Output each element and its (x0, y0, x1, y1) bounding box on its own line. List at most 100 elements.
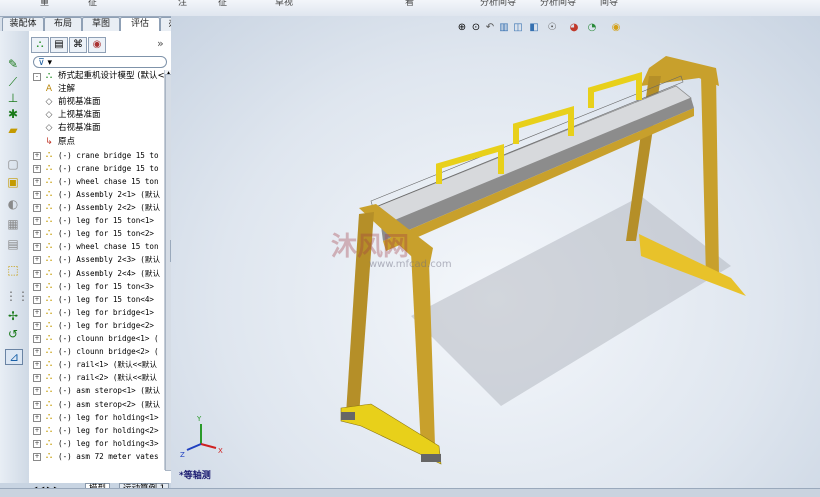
tree-item-label: (-) Assembly 2<2> (默认 (58, 203, 161, 212)
expand-icon[interactable]: + (33, 452, 41, 461)
tree-item[interactable]: + ⛬ (-) asm sterop<2> (默认 (29, 398, 164, 411)
tree-item[interactable]: + ⛬ (-) leg for 15 ton<2> (29, 227, 164, 240)
subassembly-icon: ⛬ (45, 372, 53, 383)
crane-model: Y X Z (180, 56, 746, 465)
tab-assembly[interactable]: 装配体 (2, 17, 44, 31)
tree-item[interactable]: + ⛬ (-) Assembly 2<2> (默认 (29, 201, 164, 214)
tree-item[interactable]: + ⛬ (-) Assembly 2<1> (默认 (29, 188, 164, 201)
tree-item[interactable]: + ⛬ (-) leg for bridge<1> (29, 306, 164, 319)
coordinate-icon[interactable]: ⊥ (5, 91, 21, 105)
tree-item[interactable]: + ⛬ (-) wheel chase 15 ton (29, 175, 164, 188)
expand-icon[interactable]: + (33, 439, 41, 448)
tree-item[interactable]: + ⛬ (-) rail<1> (默认<<默认 (29, 358, 164, 371)
tree-item[interactable]: + ⛬ (-) leg for holding<3> (29, 437, 164, 450)
tree-item[interactable]: + ⛬ (-) rail<2> (默认<<默认 (29, 371, 164, 384)
expand-icon[interactable]: + (33, 400, 41, 409)
tree-item[interactable]: + ⛬ (-) leg for holding<1> (29, 411, 164, 424)
expand-icon[interactable]: + (33, 348, 41, 357)
filter-dropdown-icon[interactable]: ▾ (47, 58, 52, 68)
active-tool-icon[interactable]: ⊿ (5, 349, 23, 365)
tree-item[interactable]: + ⛬ (-) Assembly 2<3> (默认 (29, 253, 164, 266)
rotate-icon[interactable]: ↺ (5, 327, 21, 341)
tree-item[interactable]: + ⛬ (-) crane bridge 15 to (29, 149, 164, 162)
toolbar-cut-label: 征 (218, 0, 228, 8)
tree-item[interactable]: ◇ 上视基准面 (29, 109, 164, 122)
tree-item[interactable]: + ⛬ (-) leg for holding<2> (29, 424, 164, 437)
subassembly-icon: ⛬ (45, 241, 53, 252)
expand-icon[interactable]: + (33, 204, 41, 212)
subassembly-icon: ⛬ (45, 280, 53, 291)
expand-icon[interactable]: + (33, 269, 41, 278)
grid-tool-icon[interactable]: ▦ (5, 217, 21, 231)
tree-item[interactable]: ↳ 原点 (29, 136, 164, 149)
tree-item[interactable]: A 注解 (29, 83, 164, 96)
tree-item[interactable]: ◇ 前视基准面 (29, 96, 164, 109)
feature-icon[interactable]: ▣ (5, 175, 21, 189)
expand-icon[interactable]: + (33, 282, 41, 291)
expand-icon[interactable]: + (33, 308, 41, 317)
box-tool-icon[interactable]: ▤ (5, 237, 21, 251)
expand-icon[interactable]: + (33, 164, 41, 173)
tree-item[interactable]: + ⛬ (-) leg for 15 ton<3> (29, 280, 164, 293)
near-wheel (421, 454, 441, 462)
tab-layout[interactable]: 布局 (44, 17, 82, 31)
watermark-text: 沐风网 (331, 232, 410, 262)
configuration-tab-icon[interactable]: ⌘ (69, 37, 87, 53)
expand-icon[interactable]: + (33, 413, 41, 422)
gray-tool-icon[interactable]: ▢ (5, 157, 21, 171)
collapse-panel-icon[interactable]: » (157, 37, 164, 50)
tree-item-label: 注解 (58, 84, 76, 95)
tree-item[interactable]: + ⛬ (-) leg for 15 ton<1> (29, 214, 164, 227)
tree-item[interactable]: + ⛬ (-) Assembly 2<4> (默认 (29, 267, 164, 280)
shape-icon[interactable]: ◐ (5, 197, 21, 211)
tree-item-label: (-) Assembly 2<3> (默认 (58, 255, 161, 265)
expand-icon[interactable]: + (33, 217, 41, 226)
expand-icon[interactable]: + (33, 361, 41, 370)
expand-icon[interactable]: + (33, 177, 41, 186)
subassembly-icon: ⛬ (45, 450, 53, 461)
point-icon[interactable]: ✱ (5, 107, 21, 121)
expand-icon[interactable]: + (33, 321, 41, 330)
collapse-icon[interactable]: - (33, 73, 41, 81)
move-component-icon[interactable]: ✢ (5, 309, 21, 323)
subassembly-icon: ⛬ (45, 437, 53, 448)
left-toolbar: ✎ ⟋ ⊥ ✱ ▰ ▢ ▣ ◐ ▦ ▤ ⬚ ⋮⋮ ✢ ↺ ⊿ (0, 31, 30, 483)
sketch-line-icon[interactable]: ✎ (5, 57, 21, 71)
tree-item[interactable]: + ⛬ (-) leg for bridge<2> (29, 319, 164, 332)
graphics-viewport[interactable]: ⊕ ⊙ ↶ ▥ ◫ ◧ ☉ ◕ ◔ ◉ Y X Z 沐风网 www.mfcad.… (171, 16, 820, 488)
feature-tree-tab-icon[interactable]: ⛬ (31, 37, 49, 53)
display-manager-tab-icon[interactable]: ◉ (88, 37, 106, 53)
tree-item[interactable]: + ⛬ (-) wheel chase 15 ton (29, 240, 164, 253)
tree-item[interactable]: + ⛬ (-) asm sterop<1> (默认 (29, 384, 164, 397)
part-icon[interactable]: ▰ (5, 123, 21, 137)
tab-sketch[interactable]: 草图 (82, 17, 120, 31)
expand-icon[interactable]: + (33, 335, 41, 343)
near-right-leg (411, 252, 435, 448)
tree-item[interactable]: + ⛬ (-) clounn bridge<2> ( (29, 345, 164, 358)
tree-item[interactable]: + ⛬ (-) asm 72 meter vates (29, 450, 164, 463)
pattern-icon[interactable]: ⋮⋮ (5, 289, 29, 303)
expand-icon[interactable]: + (33, 295, 41, 304)
tree-item[interactable]: + ⛬ (-) leg for 15 ton<4> (29, 293, 164, 306)
tree-item[interactable]: ◇ 右视基准面 (29, 122, 164, 135)
property-manager-tab-icon[interactable]: ▤ (50, 37, 68, 53)
tree-item-label: (-) clounn bridge<1> ( (58, 334, 159, 343)
subassembly-icon: ⛬ (45, 215, 53, 226)
subassembly-icon: ⛬ (45, 385, 53, 396)
expand-icon[interactable]: + (33, 256, 41, 265)
expand-icon[interactable]: + (33, 151, 41, 160)
tree-item[interactable]: + ⛬ (-) crane bridge 15 to (29, 162, 164, 175)
expand-icon[interactable]: + (33, 374, 41, 383)
expand-icon[interactable]: + (33, 243, 41, 252)
mate-icon[interactable]: ⬚ (5, 263, 21, 277)
expand-icon[interactable]: + (33, 426, 41, 435)
smart-dimension-icon[interactable]: ⟋ (5, 75, 21, 89)
annotation-icon: A (45, 84, 53, 95)
tab-evaluate[interactable]: 评估 (120, 17, 160, 32)
expand-icon[interactable]: + (33, 387, 41, 396)
tree-filter[interactable]: ⊽ ▾ (33, 56, 167, 68)
expand-icon[interactable]: + (33, 230, 41, 239)
tree-item[interactable]: + ⛬ (-) clounn bridge<1> ( (29, 332, 164, 345)
expand-icon[interactable]: + (33, 190, 41, 199)
tree-item[interactable]: - ⛬ 桥式起重机设计模型 (默认< (29, 70, 164, 83)
